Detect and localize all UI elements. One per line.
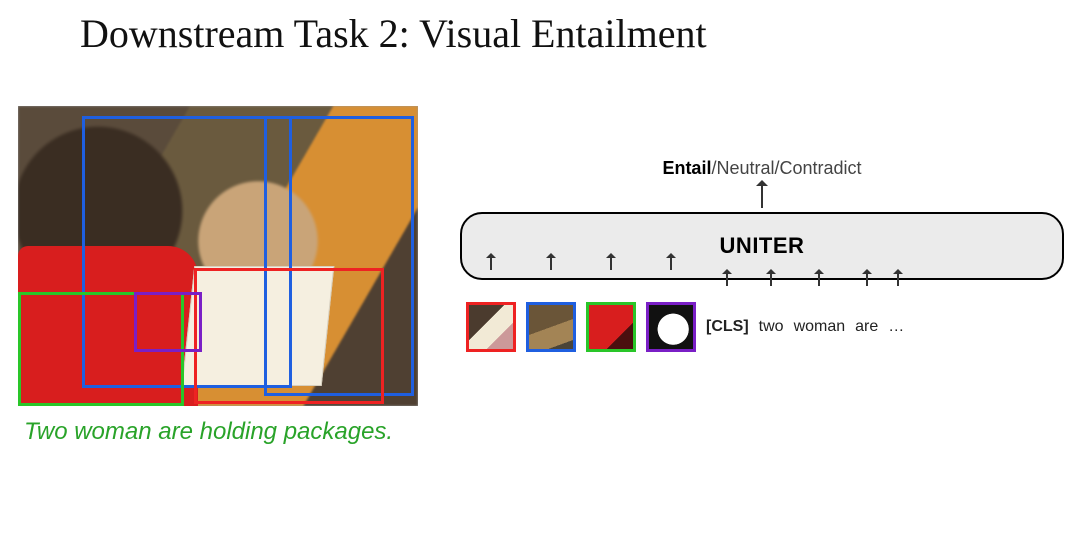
token-two: two [759,318,784,336]
region-token-3 [586,302,636,352]
token-are: are [855,318,878,336]
thumbnail-purple [646,302,696,352]
bbox-folder [194,268,384,404]
token-woman: woman [794,318,846,336]
label-entail: Entail [662,158,711,178]
region-token-2 [526,302,576,352]
region-token-4 [646,302,696,352]
bbox-white-box [134,292,202,352]
input-row: [CLS] two woman are … [466,292,1058,362]
token-ellipsis: … [888,318,907,336]
token-cls: [CLS] [706,318,749,336]
hypothesis-caption: Two woman are holding packages. [24,418,404,446]
region-token-1 [466,302,516,352]
slide-title: Downstream Task 2: Visual Entailment [80,10,707,57]
thumbnail-blue [526,302,576,352]
example-image [18,106,418,406]
thumbnail-red [466,302,516,352]
thumbnail-green [586,302,636,352]
label-contradict: Contradict [780,158,862,178]
model-diagram: Entail/Neutral/Contradict UNITER [CLS] t… [460,116,1064,406]
